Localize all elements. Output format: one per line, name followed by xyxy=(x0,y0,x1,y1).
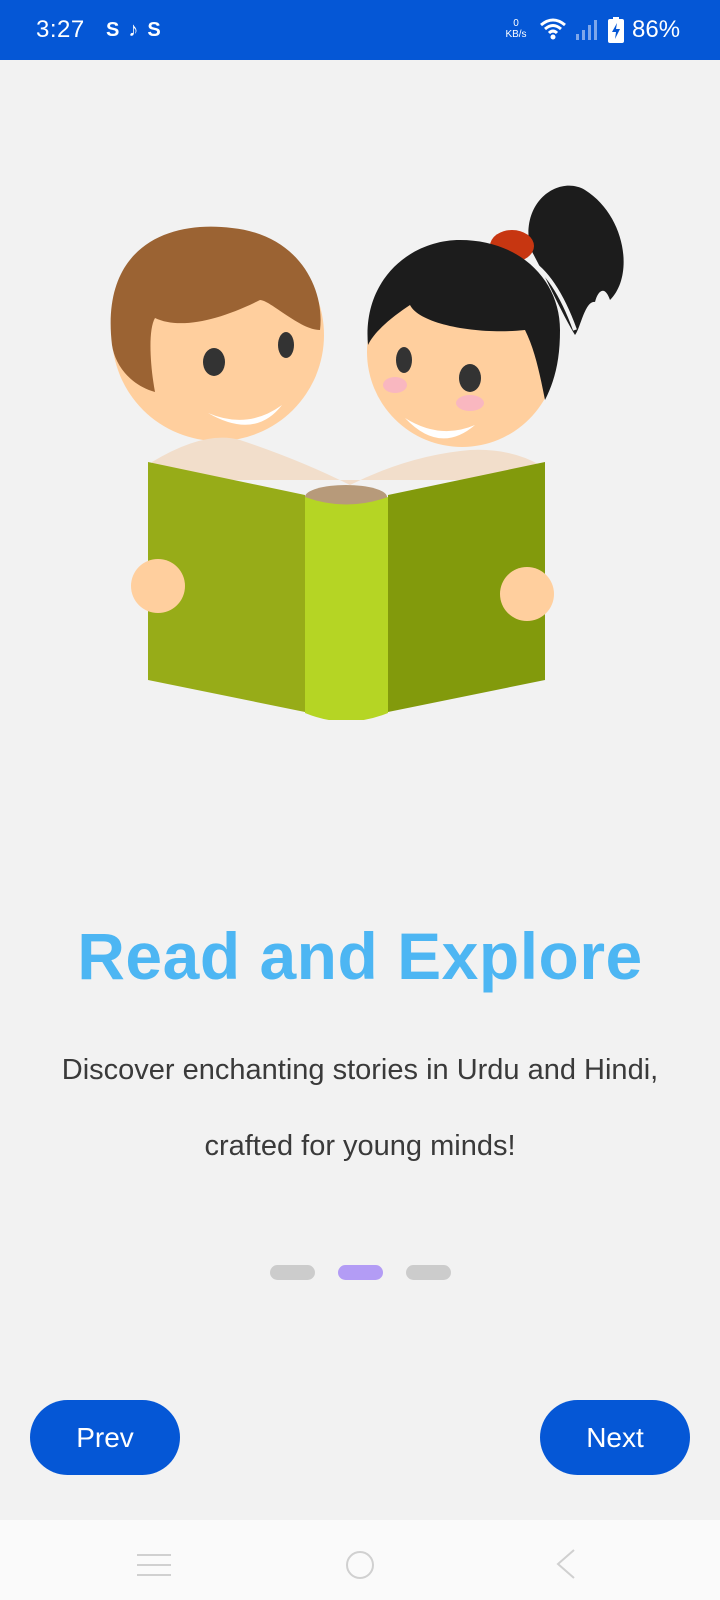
app-s-icon: S xyxy=(106,19,120,41)
notification-icons: S ♪ S xyxy=(106,17,161,43)
kids-reading-illustration xyxy=(110,185,624,720)
battery-level: 86% xyxy=(632,16,681,43)
girl-eye-left xyxy=(396,347,412,373)
net-speed: 0 KB/s xyxy=(502,18,530,40)
page-indicator-dot-1 xyxy=(270,1265,315,1280)
next-button[interactable]: Next xyxy=(540,1400,690,1475)
net-speed-value: 0 xyxy=(513,18,519,29)
wifi-icon xyxy=(540,18,566,40)
boy-hand xyxy=(131,559,185,613)
girl-cheek-right xyxy=(456,395,484,411)
battery-charging-icon xyxy=(608,17,624,43)
page-indicator-dot-2-active xyxy=(338,1265,383,1280)
menu-icon[interactable] xyxy=(137,1552,171,1578)
tiktok-icon: ♪ xyxy=(128,19,139,41)
home-icon[interactable] xyxy=(345,1550,375,1580)
page-indicator-dot-3 xyxy=(406,1265,451,1280)
boy-eye-left xyxy=(203,348,225,376)
girl-eye-right xyxy=(459,364,481,392)
status-time: 3:27 xyxy=(36,16,85,43)
signal-icon xyxy=(576,20,597,40)
prev-button[interactable]: Prev xyxy=(30,1400,180,1475)
onboarding-description: Discover enchanting stories in Urdu and … xyxy=(61,1054,659,1162)
page-indicator xyxy=(270,1265,451,1280)
status-bar: 3:27 S ♪ S 0 KB/s 86% xyxy=(0,0,720,60)
book-spine xyxy=(305,497,388,720)
system-nav-bar xyxy=(0,1520,720,1600)
boy-eye-right xyxy=(278,332,294,358)
back-icon[interactable] xyxy=(554,1548,576,1580)
app-s-icon-2: S xyxy=(147,19,161,41)
onboarding-title: Read and Explore xyxy=(77,919,643,993)
girl-hand xyxy=(500,567,554,621)
girl-cheek-left xyxy=(383,377,407,393)
net-speed-unit: KB/s xyxy=(505,29,527,40)
